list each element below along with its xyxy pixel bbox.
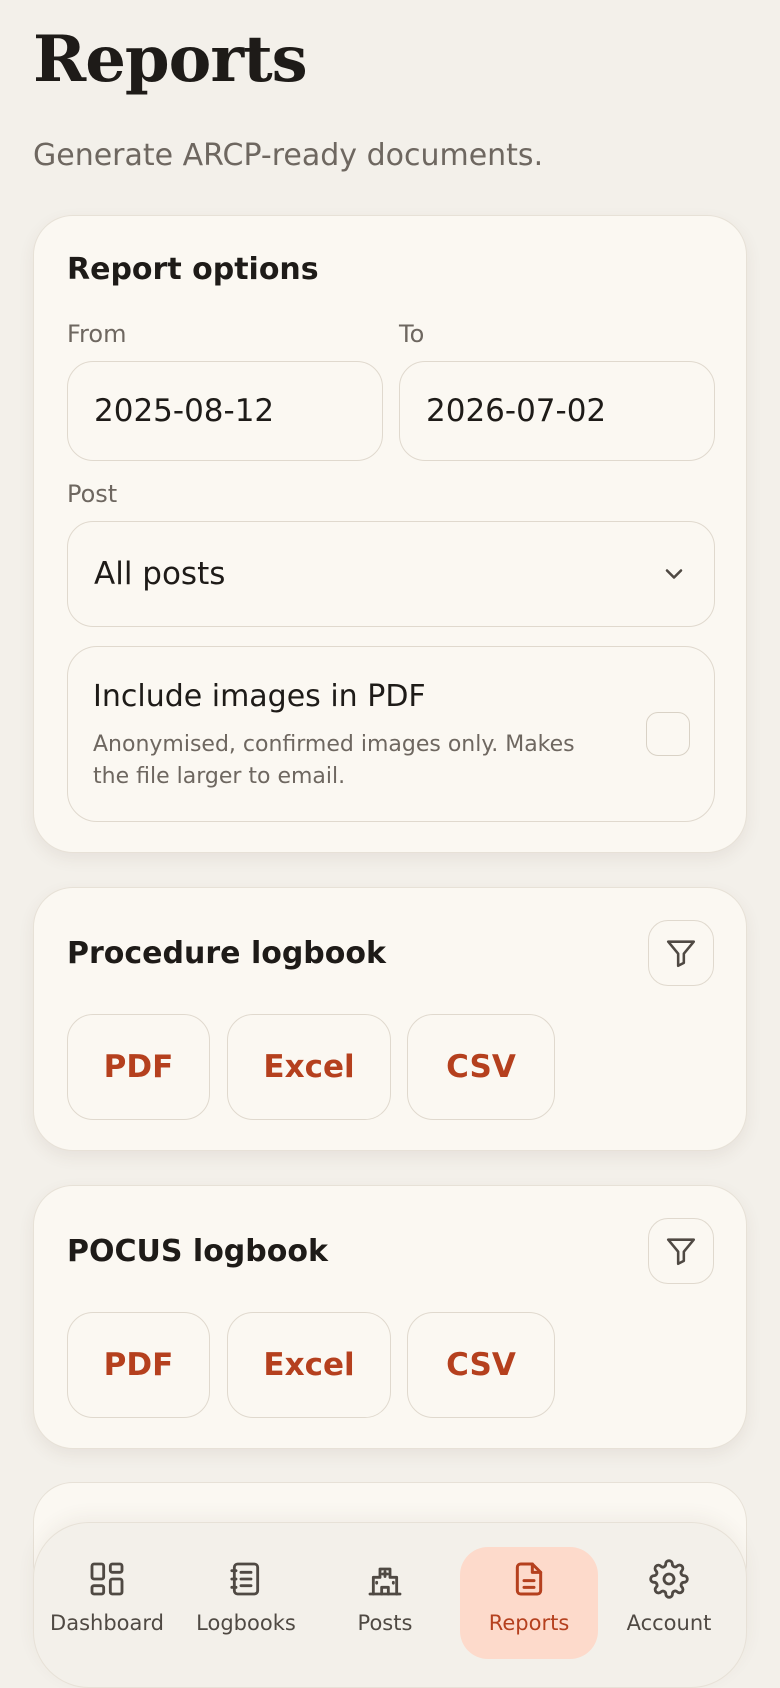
include-images-description: Anonymised, confirmed images only. Makes… [93,732,575,789]
reports-screen: Reports Generate ARCP-ready documents. R… [0,0,780,1688]
nav-dashboard-label: Dashboard [50,1611,164,1635]
from-date-value: 2025-08-12 [94,393,275,429]
chevron-down-icon [665,569,683,579]
nav-account-label: Account [626,1611,712,1635]
to-date-input[interactable]: 2026-07-02 [399,361,715,461]
procedure-pdf-button[interactable]: PDF [67,1014,210,1120]
to-label: To [399,320,425,348]
pocus-pdf-button[interactable]: PDF [67,1312,210,1418]
report-options-title: Report options [67,252,319,287]
dashboard-icon [90,1562,124,1596]
procedure-logbook-card: Procedure logbook PDF Excel CSV [33,887,747,1151]
filter-icon [666,1238,696,1266]
nav-dashboard[interactable]: Dashboard [38,1547,176,1659]
report-options-card: Report options From To 2025-08-12 2026-0… [33,215,747,853]
pocus-logbook-title: POCUS logbook [67,1234,328,1269]
nav-posts-label: Posts [357,1611,413,1635]
nav-reports-label: Reports [488,1611,570,1635]
procedure-csv-button[interactable]: CSV [407,1014,555,1120]
post-label: Post [67,480,118,508]
bottom-nav: Dashboard Logbooks Posts Reports Account [33,1522,747,1688]
include-images-checkbox[interactable] [646,712,690,756]
pocus-excel-button[interactable]: Excel [227,1312,391,1418]
pocus-filter-button[interactable] [648,1218,714,1284]
nav-account[interactable]: Account [600,1547,738,1659]
pocus-csv-button[interactable]: CSV [407,1312,555,1418]
notebook-icon [230,1562,260,1596]
include-images-option[interactable]: Include images in PDF Anonymised, confir… [67,646,715,822]
pocus-logbook-card: POCUS logbook PDF Excel CSV [33,1185,747,1449]
include-images-title: Include images in PDF [93,679,426,714]
nav-posts[interactable]: Posts [316,1547,454,1659]
to-date-value: 2026-07-02 [426,393,607,429]
procedure-logbook-title: Procedure logbook [67,936,386,971]
procedure-filter-button[interactable] [648,920,714,986]
page-subtitle: Generate ARCP-ready documents. [33,138,544,173]
page-title: Reports [33,22,308,97]
from-date-input[interactable]: 2025-08-12 [67,361,383,461]
filter-icon [666,940,696,968]
nav-logbooks-label: Logbooks [196,1611,296,1635]
document-icon [515,1562,543,1596]
post-select-value: All posts [94,556,226,592]
gear-icon [649,1559,689,1599]
from-label: From [67,320,127,348]
nav-reports[interactable]: Reports [460,1547,598,1659]
hospital-icon [368,1567,402,1596]
nav-logbooks[interactable]: Logbooks [177,1547,315,1659]
post-select[interactable]: All posts [67,521,715,627]
procedure-excel-button[interactable]: Excel [227,1014,391,1120]
